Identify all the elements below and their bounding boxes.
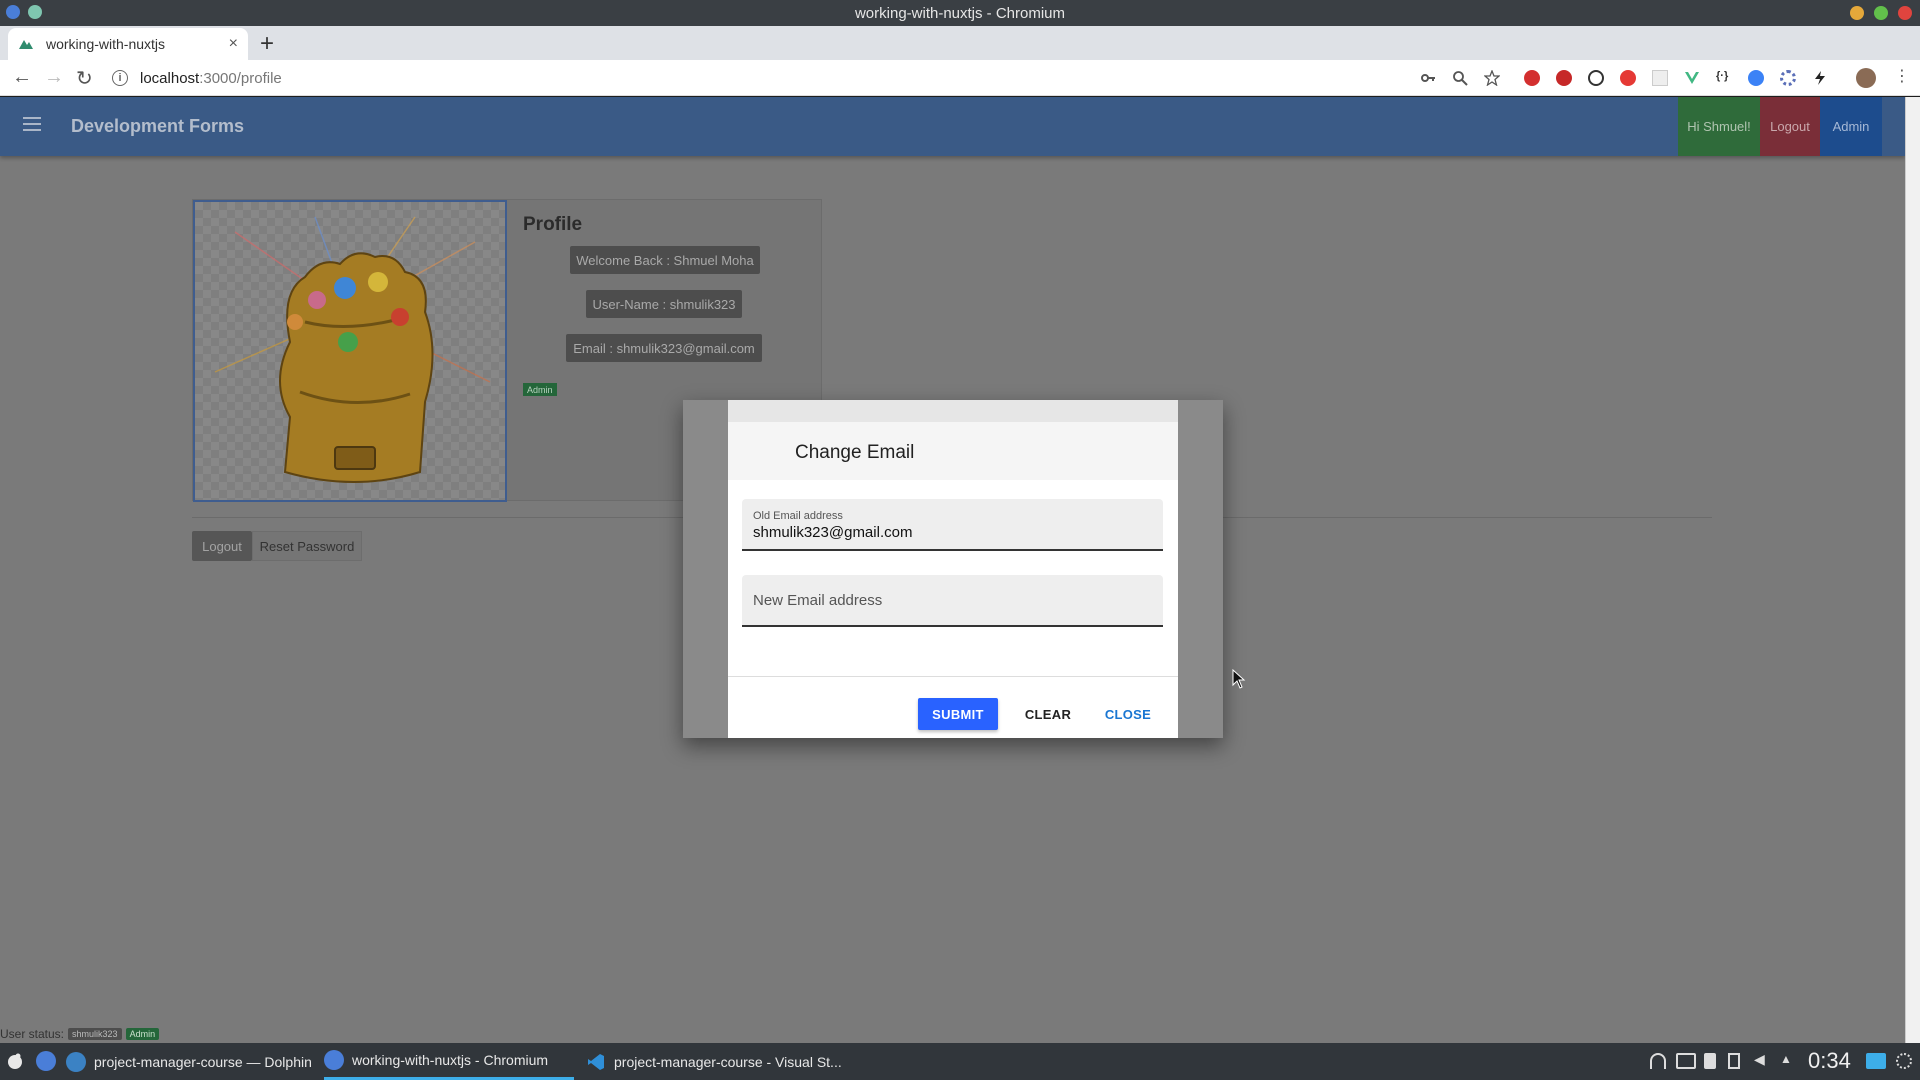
block-extension-icon[interactable] bbox=[1588, 70, 1604, 86]
old-email-label: Old Email address bbox=[753, 510, 843, 522]
taskbar-item-chromium[interactable]: working-with-nuxtjs - Chromium bbox=[324, 1043, 574, 1080]
settings-extension-icon[interactable] bbox=[1780, 70, 1796, 86]
vue-devtools-icon[interactable] bbox=[1684, 70, 1700, 86]
battery-icon[interactable] bbox=[1676, 1053, 1696, 1069]
clipboard-icon[interactable] bbox=[1728, 1053, 1740, 1069]
blue-extension-icon[interactable] bbox=[1748, 70, 1764, 86]
start-menu-icon[interactable] bbox=[6, 1052, 24, 1070]
taskbar-item-label: project-manager-course - Visual St... bbox=[614, 1053, 842, 1070]
tab-close-icon[interactable]: × bbox=[229, 35, 238, 53]
profile-logout-button[interactable]: Logout bbox=[192, 531, 252, 561]
submit-button[interactable]: SUBMIT bbox=[918, 698, 998, 730]
new-email-input[interactable] bbox=[742, 575, 1163, 625]
tray-expand-icon[interactable]: ▲ bbox=[1780, 1052, 1796, 1068]
site-info-icon[interactable]: i bbox=[112, 70, 128, 86]
dialog-title: Change Email bbox=[795, 442, 915, 463]
page-viewport: Development Forms Hi Shmuel! Logout Admi… bbox=[0, 97, 1905, 1043]
new-email-field[interactable] bbox=[742, 575, 1163, 627]
window-titlebar: working-with-nuxtjs - Chromium bbox=[0, 0, 1920, 26]
dolphin-app-icon bbox=[66, 1051, 86, 1072]
app-title: Development Forms bbox=[71, 116, 245, 136]
pin-icon[interactable] bbox=[28, 5, 42, 19]
reload-icon[interactable]: ↻ bbox=[76, 66, 93, 91]
close-window-button[interactable] bbox=[1898, 6, 1912, 20]
profile-avatar-icon[interactable] bbox=[1856, 68, 1876, 88]
infinity-gauntlet-image bbox=[214, 216, 491, 483]
chromium-launcher-icon[interactable] bbox=[36, 1051, 56, 1071]
taskbar-item-label: working-with-nuxtjs - Chromium bbox=[352, 1052, 549, 1068]
chromium-app-icon bbox=[6, 5, 20, 19]
tab-strip: working-with-nuxtjs × + bbox=[0, 26, 1920, 60]
old-email-field[interactable]: Old Email address shmulik323@gmail.com bbox=[742, 499, 1163, 551]
page-scrollbar[interactable] bbox=[1905, 97, 1920, 1043]
window-title: working-with-nuxtjs - Chromium bbox=[854, 4, 1066, 22]
json-extension-icon[interactable]: {·} bbox=[1716, 70, 1732, 86]
zoom-icon[interactable] bbox=[1452, 70, 1468, 86]
avatar bbox=[193, 200, 507, 502]
email-chip: Email : shmulik323@gmail.com bbox=[566, 334, 762, 362]
bookmark-star-icon[interactable] bbox=[1484, 70, 1500, 86]
welcome-chip: Welcome Back : Shmuel Moha bbox=[570, 246, 760, 274]
taskbar-item-vscode[interactable]: project-manager-course - Visual St... bbox=[586, 1043, 846, 1080]
adblock-extension-icon[interactable] bbox=[1556, 70, 1572, 86]
close-button[interactable]: CLOSE bbox=[1098, 698, 1158, 730]
menu-kebab-icon[interactable]: ⋮ bbox=[1894, 66, 1910, 85]
yab-extension-icon[interactable] bbox=[1524, 70, 1540, 86]
dialog-top-stripe bbox=[728, 400, 1178, 422]
role-badge: Admin bbox=[523, 383, 557, 396]
new-tab-button[interactable]: + bbox=[260, 30, 274, 58]
address-bar[interactable]: i localhost:3000/profile bbox=[112, 64, 1412, 92]
taskbar-item-dolphin[interactable]: project-manager-course — Dolphin bbox=[66, 1043, 316, 1080]
record-extension-icon[interactable] bbox=[1620, 70, 1636, 86]
dialog-actions-divider bbox=[728, 676, 1178, 677]
tab-working-with-nuxtjs[interactable]: working-with-nuxtjs × bbox=[8, 28, 248, 60]
forward-arrow-icon[interactable]: → bbox=[44, 66, 64, 89]
url-path: :3000/profile bbox=[199, 69, 282, 87]
nuxt-favicon-icon bbox=[19, 40, 33, 49]
mouse-cursor-icon bbox=[1232, 669, 1246, 689]
volume-icon[interactable]: ◀ bbox=[1754, 1051, 1770, 1067]
maximize-button[interactable] bbox=[1874, 6, 1888, 20]
clock[interactable]: 0:34 bbox=[1808, 1048, 1851, 1074]
greeting-button[interactable]: Hi Shmuel! bbox=[1678, 97, 1760, 156]
folder-icon[interactable] bbox=[1866, 1053, 1886, 1069]
chromium-app-icon bbox=[324, 1050, 344, 1070]
user-status-label: User status: bbox=[0, 1027, 65, 1041]
blank-extension-icon[interactable] bbox=[1652, 70, 1668, 86]
old-email-value: shmulik323@gmail.com bbox=[753, 524, 913, 541]
url-host: localhost bbox=[140, 69, 200, 87]
username-chip: User-Name : shmulik323 bbox=[586, 290, 742, 318]
browser-toolbar: ← → ↻ i localhost:3000/profile {·} ⋮ bbox=[0, 60, 1920, 96]
reset-password-button[interactable]: Reset Password bbox=[252, 531, 362, 561]
status-username-badge: shmulik323 bbox=[68, 1028, 122, 1040]
taskbar-item-label: project-manager-course — Dolphin bbox=[94, 1053, 312, 1070]
vscode-app-icon bbox=[588, 1053, 604, 1070]
hamburger-menu-icon[interactable] bbox=[23, 117, 41, 135]
header-admin-button[interactable]: Admin bbox=[1820, 97, 1882, 156]
change-email-dialog: Change Email Old Email address shmulik32… bbox=[728, 400, 1178, 738]
wifi-icon[interactable] bbox=[1650, 1053, 1666, 1069]
header-logout-button[interactable]: Logout bbox=[1760, 97, 1820, 156]
profile-heading: Profile bbox=[523, 214, 583, 235]
taskbar: project-manager-course — Dolphin working… bbox=[0, 1043, 1920, 1080]
lightning-extension-icon[interactable] bbox=[1812, 70, 1828, 86]
minimize-button[interactable] bbox=[1850, 6, 1864, 20]
tab-title: working-with-nuxtjs bbox=[46, 36, 166, 52]
lock-icon[interactable] bbox=[1704, 1053, 1716, 1069]
status-role-badge: Admin bbox=[125, 1028, 160, 1040]
system-settings-icon[interactable] bbox=[1896, 1053, 1912, 1069]
back-arrow-icon[interactable]: ← bbox=[12, 66, 32, 89]
user-status: User status: shmulik323 Admin bbox=[0, 1027, 160, 1041]
app-bar: Development Forms Hi Shmuel! Logout Admi… bbox=[0, 97, 1905, 156]
key-icon[interactable] bbox=[1420, 70, 1436, 86]
clear-button[interactable]: CLEAR bbox=[1018, 698, 1078, 730]
dialog-header: Change Email bbox=[728, 422, 1178, 480]
